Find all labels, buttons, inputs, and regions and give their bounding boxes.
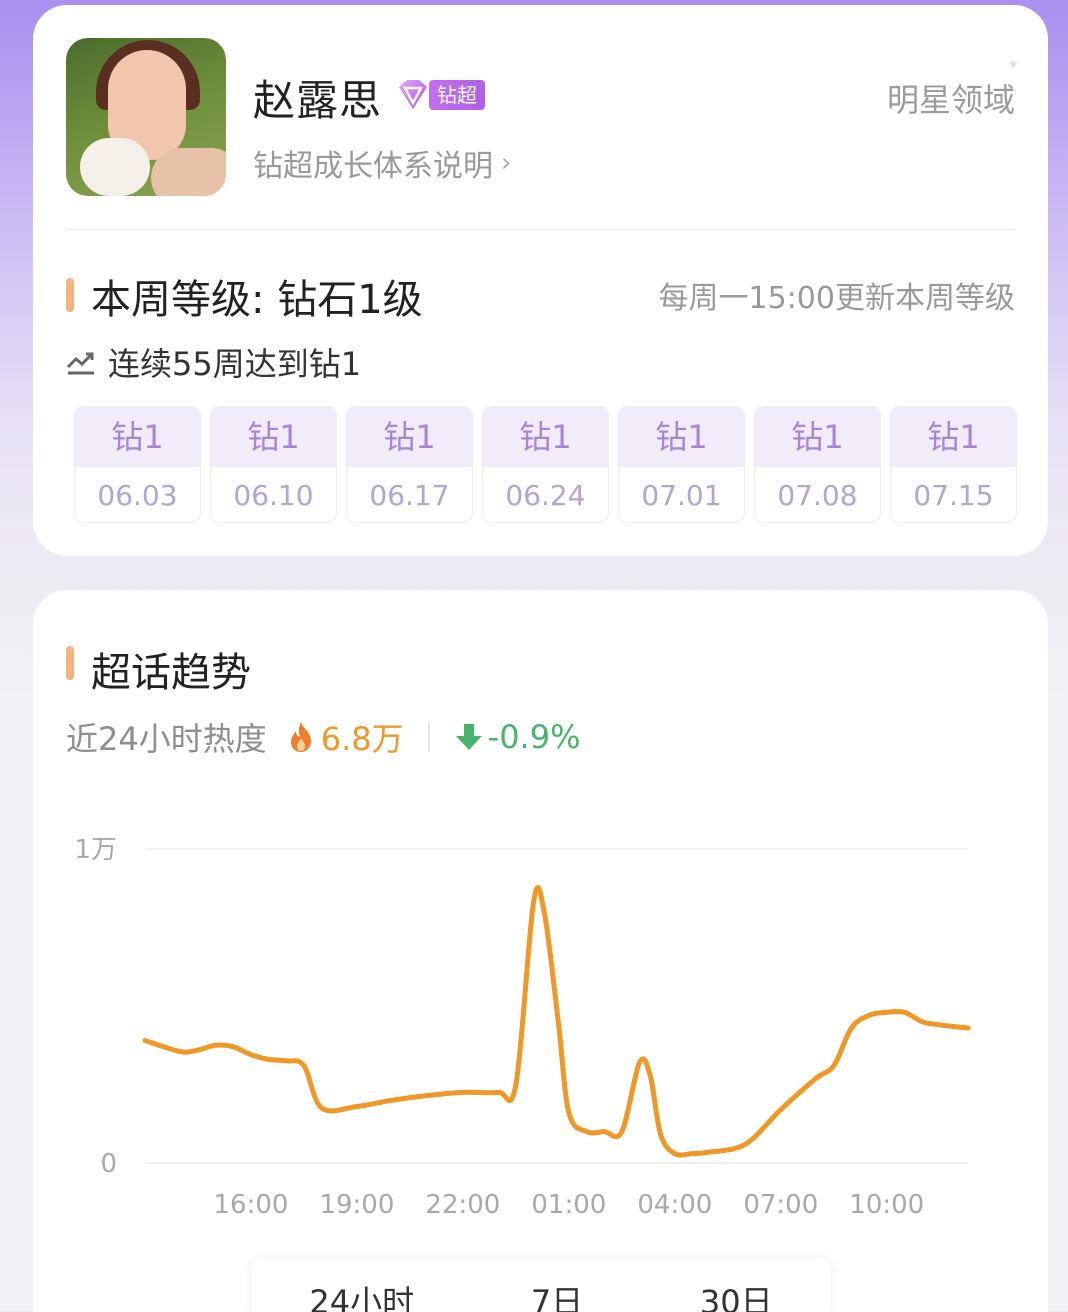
week-date: 06.17 xyxy=(369,479,450,512)
tab-7d[interactable]: 7日 xyxy=(531,1257,583,1312)
week-level: 钻1 xyxy=(755,407,880,467)
weekly-levels: 钻1 06.03 钻1 06.10 钻1 06.17 钻1 06.24 钻1 07.01 … xyxy=(74,406,1017,523)
week-date: 07.15 xyxy=(913,479,994,512)
x-tick-label: 01:00 xyxy=(531,1190,606,1220)
week-date: 07.08 xyxy=(777,479,858,512)
avatar[interactable] xyxy=(66,38,226,196)
domain-label: 明星领域 ✦ xyxy=(886,57,1019,121)
growth-system-link[interactable]: 钻超成长体系说明 › xyxy=(253,141,511,185)
x-tick-label: 16:00 xyxy=(213,1190,288,1220)
week-item: 钻1 07.01 xyxy=(618,406,745,523)
weekly-level-title: 本周等级: 钻石1级 xyxy=(91,277,423,323)
profile-name: 赵露思 xyxy=(253,76,383,125)
week-item: 钻1 06.03 xyxy=(74,406,201,523)
level-update-note: 每周一15:00更新本周等级 xyxy=(658,281,1015,316)
trend-line xyxy=(142,885,971,1158)
avatar-dog xyxy=(80,138,150,196)
trend-card: 超话趋势 近24小时热度 6.8万 -0.9% 1万 0 16:00 19:00 22:… xyxy=(33,590,1048,1312)
week-level: 钻1 xyxy=(619,407,744,467)
week-level: 钻1 xyxy=(891,407,1016,467)
x-tick-label: 19:00 xyxy=(319,1190,394,1220)
range-tabs: 24小时 7日 30日 xyxy=(251,1258,831,1312)
week-date: 06.24 xyxy=(505,479,586,512)
week-item: 钻1 07.08 xyxy=(754,406,881,523)
x-tick-label: 07:00 xyxy=(743,1190,818,1220)
domain-text: 明星领域 xyxy=(886,81,1015,119)
week-date: 06.03 xyxy=(97,479,178,512)
tab-30d[interactable]: 30日 xyxy=(700,1257,773,1312)
x-tick-label: 04:00 xyxy=(637,1190,712,1220)
profile-card: 赵露思 钻超 钻超成长体系说明 › 明星领域 ✦ 本周等级: 钻石1级 每周一1… xyxy=(33,5,1048,556)
super-diamond-badge[interactable]: 钻超 xyxy=(393,75,485,115)
badge-label: 钻超 xyxy=(429,80,485,110)
week-date: 07.01 xyxy=(641,479,722,512)
section-accent-bar xyxy=(66,278,74,312)
y-tick-label: 0 xyxy=(100,1149,117,1179)
tab-24h[interactable]: 24小时 xyxy=(309,1257,414,1312)
x-tick-label: 10:00 xyxy=(849,1190,924,1220)
week-item: 钻1 06.24 xyxy=(482,406,609,523)
week-item: 钻1 07.15 xyxy=(890,406,1017,523)
week-level: 钻1 xyxy=(75,407,200,467)
week-level: 钻1 xyxy=(483,407,608,467)
streak-text: 连续55周达到钻1 xyxy=(108,345,362,383)
week-date: 06.10 xyxy=(233,479,314,512)
x-tick-label: 22:00 xyxy=(425,1190,500,1220)
growth-link-text: 钻超成长体系说明 xyxy=(253,149,493,184)
week-level: 钻1 xyxy=(347,407,472,467)
trend-up-icon xyxy=(66,352,94,375)
sparkle-icon: ✦ xyxy=(1007,57,1019,73)
y-tick-label: 1万 xyxy=(74,835,117,865)
streak-info: 连续55周达到钻1 xyxy=(66,339,361,385)
avatar-shoulder xyxy=(151,148,226,196)
week-item: 钻1 06.10 xyxy=(210,406,337,523)
chevron-right-icon: › xyxy=(501,148,512,178)
diamond-icon xyxy=(399,80,427,109)
week-level: 钻1 xyxy=(211,407,336,467)
week-item: 钻1 06.17 xyxy=(346,406,473,523)
trend-chart: 1万 0 16:00 19:00 22:00 01:00 04:00 07:00 10:00 xyxy=(74,835,971,1220)
divider xyxy=(66,229,1015,230)
